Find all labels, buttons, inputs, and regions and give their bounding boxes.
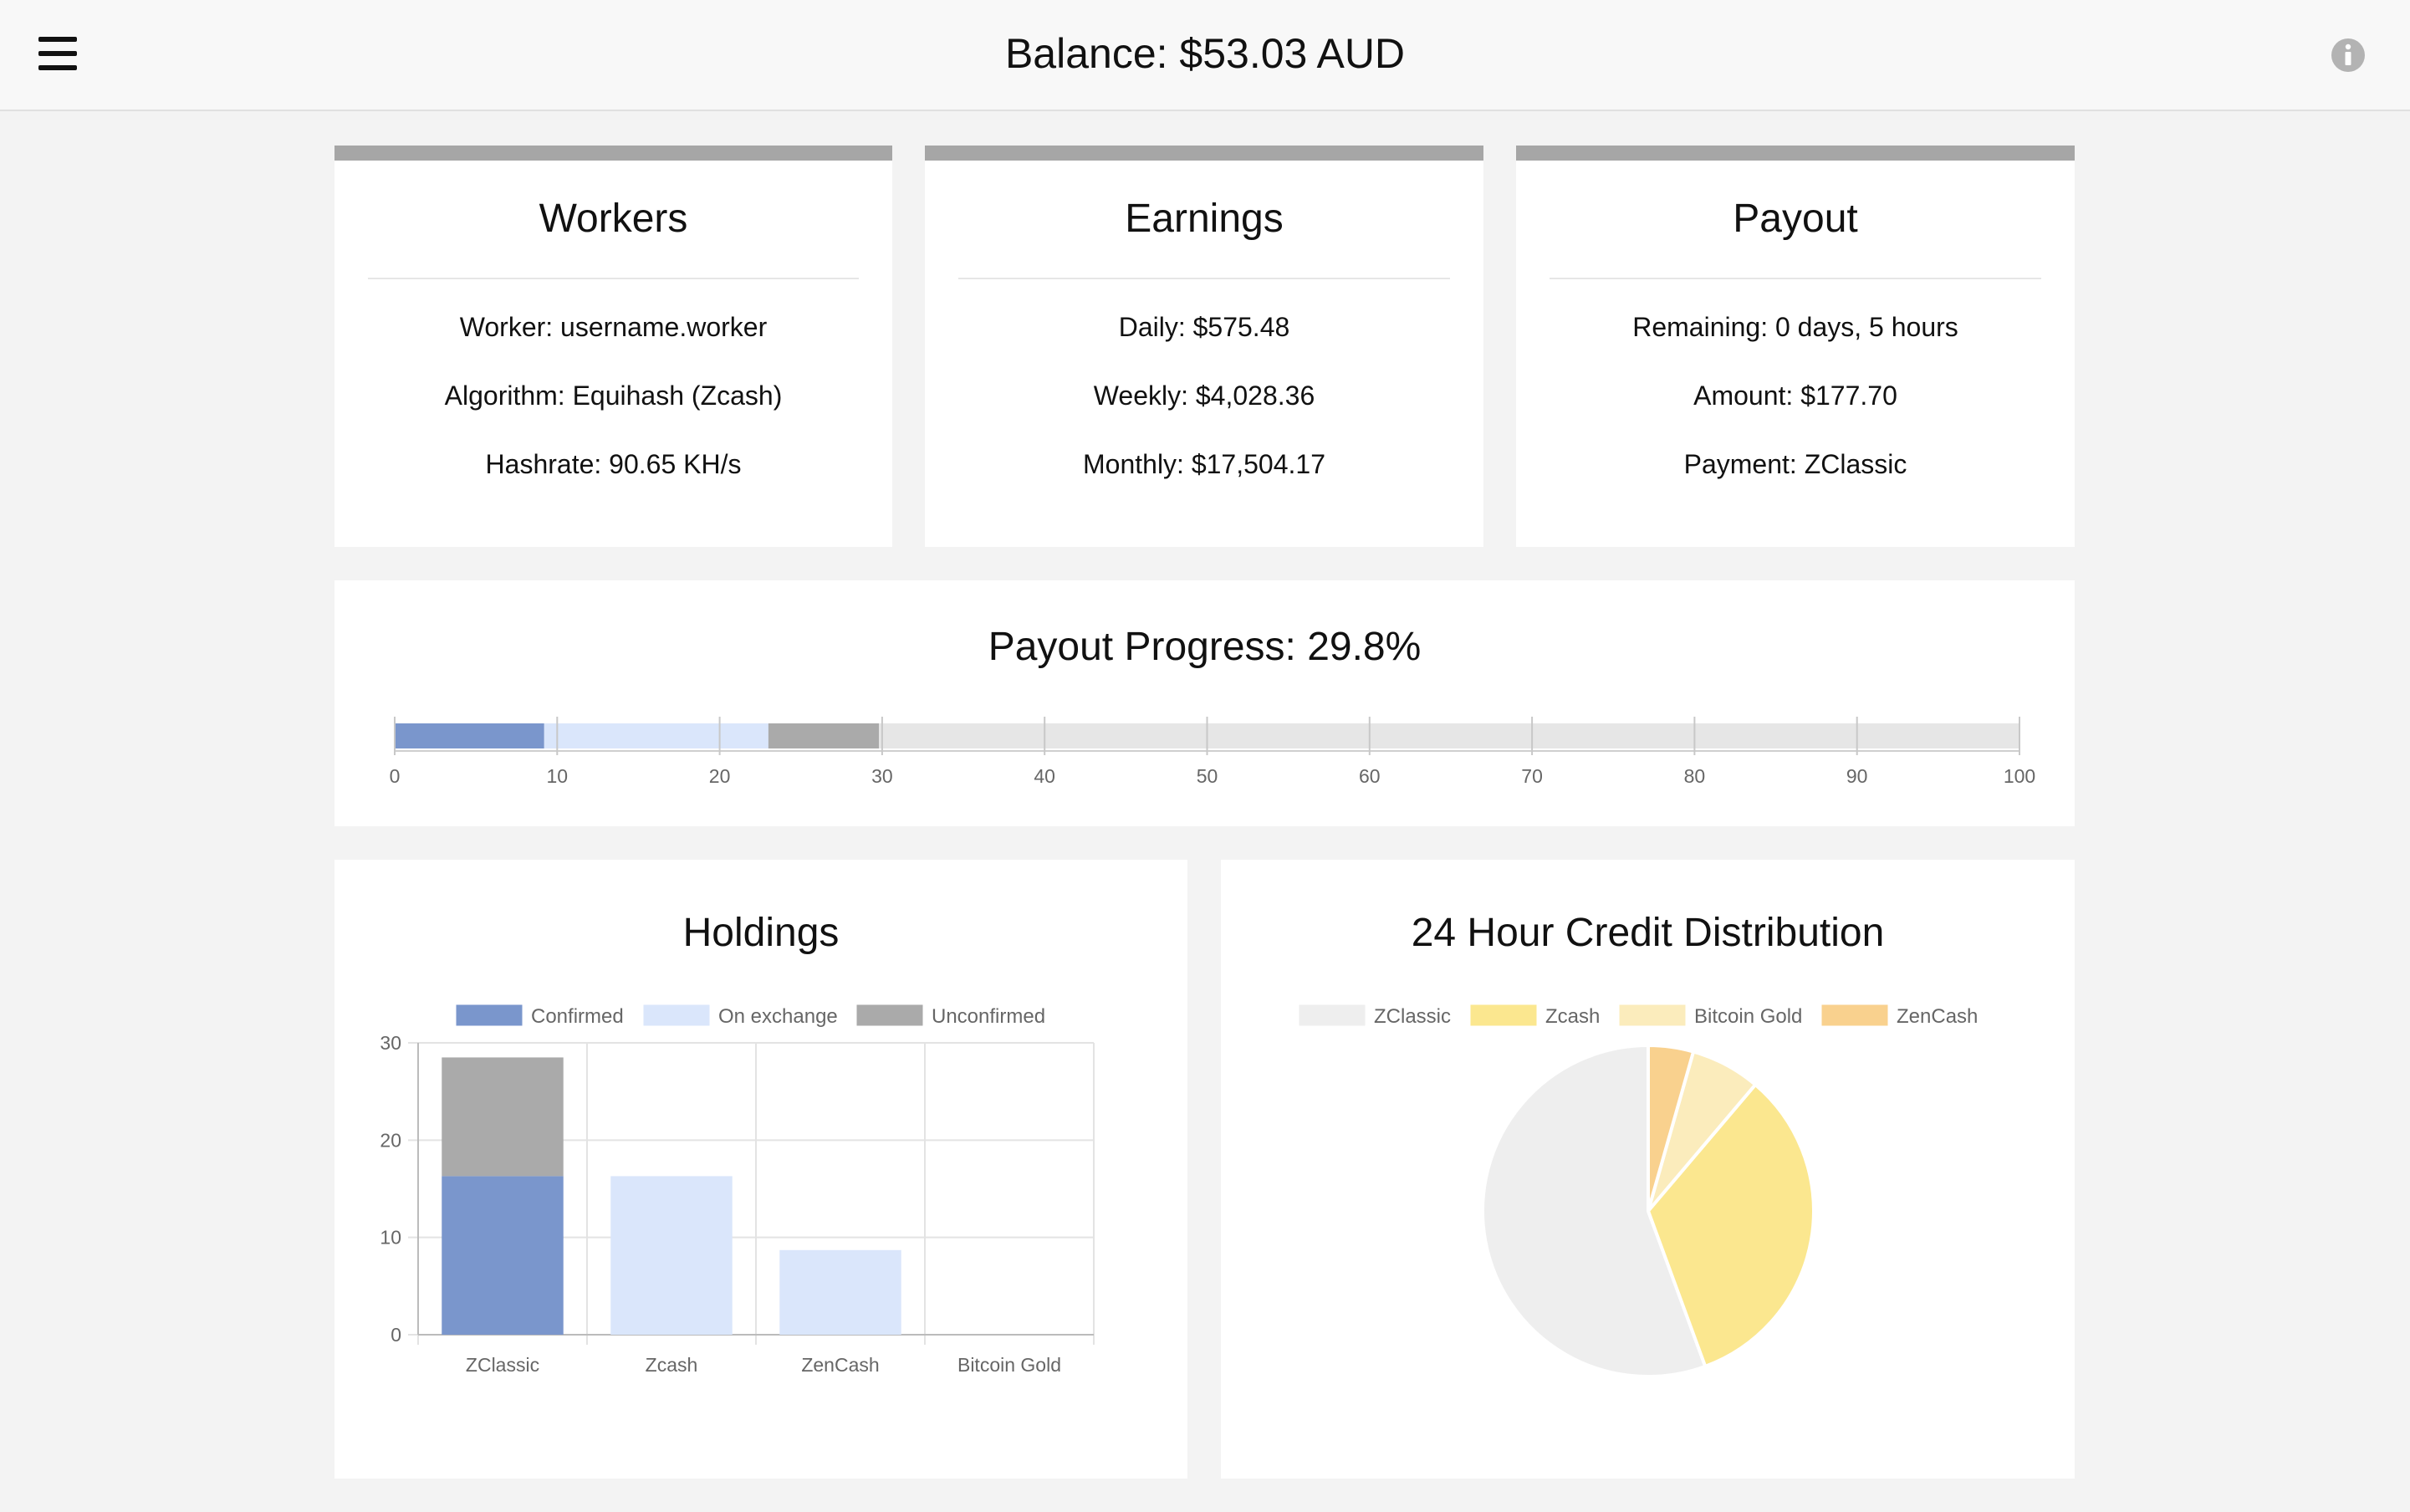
earnings-monthly: Monthly: $17,504.17 [1083, 449, 1325, 479]
holdings-legend-swatch [642, 1004, 711, 1027]
progress-tick-label: 80 [1684, 765, 1706, 787]
earnings-daily: Daily: $575.48 [1118, 312, 1290, 342]
distribution-legend-label: ZClassic [1374, 1005, 1451, 1028]
holdings-legend-label: Confirmed [531, 1005, 624, 1028]
credit-distribution-card: 24 Hour Credit Distribution ZClassic Zcas… [1221, 860, 2075, 1479]
progress-tick-label: 90 [1846, 765, 1868, 787]
top-bar: Balance: $53.03 AUD [0, 0, 2410, 111]
payout-progress-card: Payout Progress: 29.8% 0 10 20 30 40 50 60 70 80… [334, 580, 2075, 826]
distribution-legend-label: Bitcoin Gold [1694, 1005, 1802, 1028]
holdings-bar-on-exchange [610, 1176, 733, 1335]
earnings-card: Earnings Daily: $575.48 Weekly: $4,028.3… [925, 146, 1483, 547]
credit-distribution-chart: ZClassic Zcash Bitcoin Gold ZenCash [1298, 1004, 1978, 1378]
progress-bar-unconfirmed [768, 723, 880, 748]
progress-tick-label: 0 [390, 765, 401, 787]
progress-bar-on-exchange [544, 723, 768, 748]
progress-bar-confirmed [395, 723, 544, 748]
holdings-x-tick-label: ZenCash [801, 1354, 879, 1376]
info-icon[interactable] [2331, 38, 2366, 73]
holdings-chart: Confirmed On exchange Unconfirmed 0 10 20 30 ZC… [380, 1004, 1095, 1376]
progress-tick-label: 30 [871, 765, 893, 787]
holdings-legend-label: Unconfirmed [932, 1005, 1045, 1028]
progress-tick-label: 40 [1034, 765, 1055, 787]
distribution-legend-swatch [1618, 1004, 1687, 1027]
progress-tick-label: 60 [1359, 765, 1381, 787]
payout-payment: Payment: ZClassic [1683, 449, 1907, 479]
progress-tick-label: 10 [547, 765, 569, 787]
worker-algorithm: Algorithm: Equihash (Zcash) [444, 381, 783, 411]
holdings-legend-swatch [455, 1004, 523, 1027]
progress-tick-label: 20 [709, 765, 731, 787]
balance-title: Balance: $53.03 AUD [1004, 30, 1406, 77]
distribution-legend-swatch [1469, 1004, 1538, 1027]
payout-card: Payout Remaining: 0 days, 5 hours Amount… [1516, 146, 2075, 547]
worker-name: Worker: username.worker [459, 312, 768, 342]
holdings-bar-confirmed [442, 1176, 564, 1335]
holdings-x-tick-label: Zcash [646, 1354, 698, 1376]
payout-title: Payout [1733, 197, 1858, 241]
payout-amount: Amount: $177.70 [1693, 381, 1897, 411]
workers-card: Workers Worker: username.worker Algorith… [334, 146, 892, 547]
holdings-bar-on-exchange [779, 1249, 901, 1335]
holdings-x-tick-label: Bitcoin Gold [957, 1354, 1061, 1376]
holdings-y-tick-label: 20 [380, 1129, 401, 1151]
holdings-y-tick-label: 0 [391, 1324, 401, 1346]
holdings-x-tick-label: ZClassic [466, 1354, 539, 1376]
earnings-title: Earnings [1125, 197, 1284, 241]
progress-tick-label: 100 [2004, 765, 2035, 787]
holdings-legend-label: On exchange [718, 1005, 838, 1028]
divider [958, 278, 1450, 279]
holdings-card: Holdings Confirmed On exchange Unconfirmed… [334, 860, 1187, 1479]
holdings-bar-unconfirmed [442, 1057, 564, 1177]
distribution-legend-swatch [1298, 1004, 1366, 1027]
progress-tick-label: 70 [1521, 765, 1543, 787]
distribution-legend-label: Zcash [1545, 1005, 1600, 1028]
holdings-legend-swatch [855, 1004, 924, 1027]
divider [1550, 278, 2041, 279]
worker-hashrate: Hashrate: 90.65 KH/s [485, 449, 742, 479]
holdings-y-tick-label: 10 [380, 1227, 401, 1249]
payout-remaining: Remaining: 0 days, 5 hours [1632, 312, 1958, 342]
payout-progress-chart: 0 10 20 30 40 50 60 70 80 90 100 [390, 717, 2035, 787]
distribution-legend-label: ZenCash [1897, 1005, 1978, 1028]
earnings-weekly: Weekly: $4,028.36 [1093, 381, 1315, 411]
distribution-legend-swatch [1820, 1004, 1889, 1027]
progress-tick-label: 50 [1197, 765, 1218, 787]
divider [368, 278, 859, 279]
workers-title: Workers [539, 197, 688, 241]
holdings-y-tick-label: 30 [380, 1032, 401, 1054]
